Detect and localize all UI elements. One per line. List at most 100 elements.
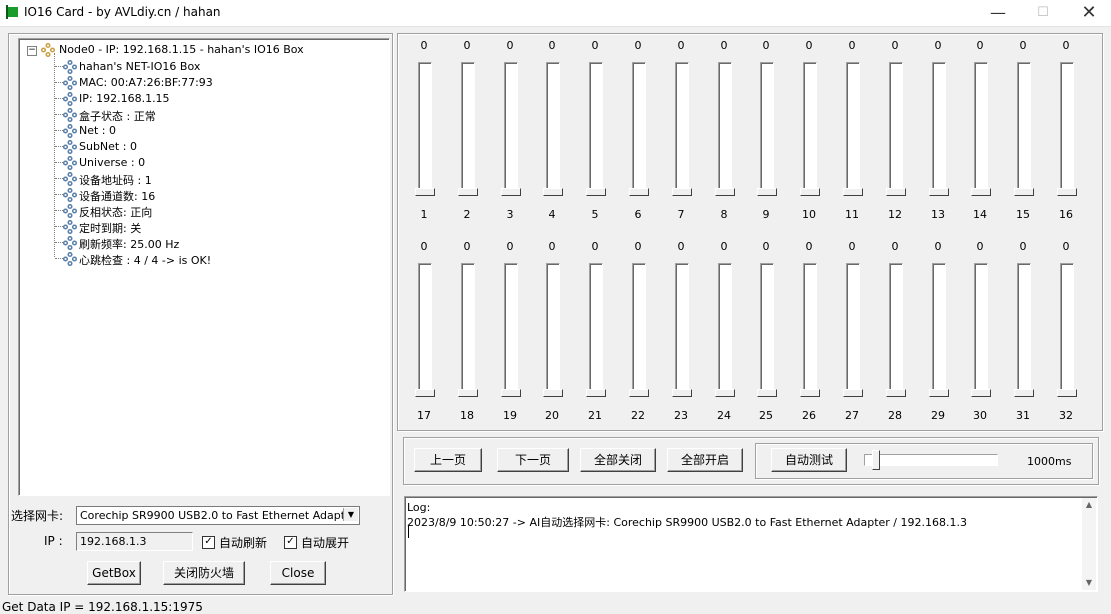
fader-thumb[interactable] <box>415 389 435 397</box>
interval-slider-track[interactable] <box>864 454 998 466</box>
fader-thumb[interactable] <box>929 389 949 397</box>
fader-track[interactable] <box>461 263 475 393</box>
fader-value: 0 <box>548 240 556 253</box>
tree-connector <box>55 146 63 147</box>
collapse-icon[interactable]: − <box>27 46 37 56</box>
all-on-button[interactable]: 全部开启 <box>667 448 743 472</box>
fader-thumb[interactable] <box>586 188 606 196</box>
channel-number: 27 <box>845 409 859 422</box>
fader-thumb[interactable] <box>501 188 521 196</box>
fader-track[interactable] <box>1017 263 1031 393</box>
fader-thumb[interactable] <box>886 389 906 397</box>
fader-track[interactable] <box>504 263 518 393</box>
fader-track[interactable] <box>974 263 988 393</box>
fader-value: 0 <box>506 39 514 52</box>
fader-track[interactable] <box>1060 62 1074 192</box>
fader-thumb[interactable] <box>1014 389 1034 397</box>
fader-thumb[interactable] <box>715 389 735 397</box>
fader-thumb[interactable] <box>715 188 735 196</box>
channel-number: 20 <box>545 409 559 422</box>
fader-thumb[interactable] <box>1057 188 1077 196</box>
close-button[interactable]: Close <box>270 561 326 585</box>
fader-track[interactable] <box>461 62 475 192</box>
fader-track[interactable] <box>718 263 732 393</box>
fader-track[interactable] <box>932 62 946 192</box>
fader-track[interactable] <box>803 263 817 393</box>
fader-track[interactable] <box>418 62 432 192</box>
chevron-down-icon[interactable]: ▼ <box>343 508 358 521</box>
node-icon <box>63 108 77 122</box>
fader-track[interactable] <box>803 62 817 192</box>
fader-track[interactable] <box>675 62 689 192</box>
node-cluster-icon <box>41 43 55 57</box>
fader-thumb[interactable] <box>1057 389 1077 397</box>
tree-connector <box>55 82 63 83</box>
close-firewall-button[interactable]: 关闭防火墙 <box>163 561 245 585</box>
fader-thumb[interactable] <box>1014 188 1034 196</box>
log-box[interactable]: Log: 2023/8/9 10:50:27 -> AI自动选择网卡: Core… <box>404 496 1098 592</box>
fader-thumb[interactable] <box>415 188 435 196</box>
fader-thumb[interactable] <box>501 389 521 397</box>
fader-thumb[interactable] <box>886 188 906 196</box>
fader-thumb[interactable] <box>757 188 777 196</box>
fader-track[interactable] <box>932 263 946 393</box>
fader-track[interactable] <box>1060 263 1074 393</box>
fader-thumb[interactable] <box>929 188 949 196</box>
fader-track[interactable] <box>846 263 860 393</box>
auto-refresh-checkbox[interactable]: ✓ <box>202 536 215 549</box>
fader-thumb[interactable] <box>800 389 820 397</box>
minimize-button[interactable]: — <box>975 0 1021 26</box>
fader-track[interactable] <box>1017 62 1031 192</box>
fader-thumb[interactable] <box>543 389 563 397</box>
ip-field[interactable]: 192.168.1.3 <box>76 532 193 551</box>
fader-thumb[interactable] <box>672 389 692 397</box>
fader-track[interactable] <box>546 62 560 192</box>
fader-track[interactable] <box>589 62 603 192</box>
fader-track[interactable] <box>418 263 432 393</box>
all-off-button[interactable]: 全部关闭 <box>580 448 656 472</box>
log-scrollbar[interactable]: ▲ ▼ <box>1082 498 1096 590</box>
node-icon <box>63 252 77 266</box>
nic-select[interactable]: Corechip SR9900 USB2.0 to Fast Ethernet … <box>76 506 360 525</box>
next-page-button[interactable]: 下一页 <box>497 448 569 472</box>
fader-track[interactable] <box>504 62 518 192</box>
fader-track[interactable] <box>760 263 774 393</box>
fader-track[interactable] <box>632 263 646 393</box>
fader-track[interactable] <box>546 263 560 393</box>
fader-track[interactable] <box>632 62 646 192</box>
fader-thumb[interactable] <box>843 188 863 196</box>
fader-thumb[interactable] <box>629 188 649 196</box>
scroll-down-icon[interactable]: ▼ <box>1082 576 1096 590</box>
fader-thumb[interactable] <box>586 389 606 397</box>
auto-test-button[interactable]: 自动测试 <box>771 448 847 472</box>
fader-track[interactable] <box>718 62 732 192</box>
fader-thumb[interactable] <box>971 389 991 397</box>
fader-thumb[interactable] <box>543 188 563 196</box>
fader-thumb[interactable] <box>843 389 863 397</box>
fader-thumb[interactable] <box>458 389 478 397</box>
close-window-button[interactable]: ✕ <box>1066 0 1111 26</box>
fader-track[interactable] <box>889 62 903 192</box>
fader-track[interactable] <box>589 263 603 393</box>
channel-number: 7 <box>677 208 685 221</box>
fader-track[interactable] <box>675 263 689 393</box>
tree-item-label: 反相状态: 正向 <box>79 206 153 219</box>
fader-track[interactable] <box>974 62 988 192</box>
interval-slider-thumb[interactable] <box>872 450 880 470</box>
getbox-button[interactable]: GetBox <box>87 561 141 585</box>
fader-thumb[interactable] <box>629 389 649 397</box>
fader-thumb[interactable] <box>672 188 692 196</box>
tree-item-label: Universe : 0 <box>79 156 146 169</box>
device-tree[interactable]: − Node0 - IP: 192.168.1.15 - hahan's IO1… <box>18 38 390 496</box>
fader-thumb[interactable] <box>757 389 777 397</box>
scroll-up-icon[interactable]: ▲ <box>1082 498 1096 512</box>
fader-track[interactable] <box>889 263 903 393</box>
auto-expand-checkbox[interactable]: ✓ <box>284 536 297 549</box>
fader-track[interactable] <box>846 62 860 192</box>
maximize-button[interactable]: ☐ <box>1020 0 1066 26</box>
prev-page-button[interactable]: 上一页 <box>414 448 482 472</box>
fader-track[interactable] <box>760 62 774 192</box>
fader-thumb[interactable] <box>971 188 991 196</box>
fader-thumb[interactable] <box>800 188 820 196</box>
fader-thumb[interactable] <box>458 188 478 196</box>
